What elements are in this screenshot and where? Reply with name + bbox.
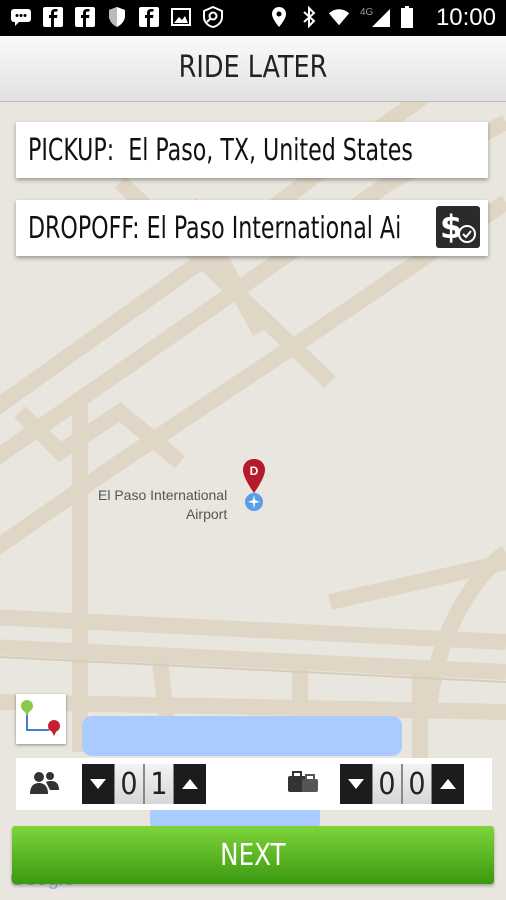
- location-icon: [268, 6, 290, 28]
- svg-text:$: $: [440, 208, 462, 246]
- chevron-up-icon: [440, 779, 456, 789]
- status-time: 10:00: [435, 4, 496, 31]
- people-icon: [28, 770, 60, 801]
- passenger-increment-button[interactable]: [174, 764, 206, 804]
- chevron-up-icon: [182, 779, 198, 789]
- pickup-field[interactable]: PICKUP: El Paso, TX, United States: [16, 122, 488, 178]
- luggage-digit: 0: [402, 764, 432, 804]
- route-icon: [21, 700, 60, 736]
- page-title: RIDE LATER: [178, 50, 328, 85]
- luggage-icon: [284, 770, 320, 801]
- chevron-down-icon: [90, 779, 106, 789]
- signal-icon: 4G: [358, 6, 392, 28]
- passenger-decrement-button[interactable]: [82, 764, 114, 804]
- svg-text:D: D: [250, 464, 259, 478]
- search-icon: [202, 6, 224, 28]
- fare-estimate-icon: $: [440, 208, 476, 246]
- route-toggle-button[interactable]: [16, 694, 66, 744]
- status-bar: 4G 10:00: [0, 0, 506, 36]
- passenger-digit: 1: [144, 764, 174, 804]
- wifi-icon: [328, 6, 350, 28]
- fare-estimate-button[interactable]: $: [436, 206, 480, 248]
- luggage-increment-button[interactable]: [432, 764, 464, 804]
- facebook-icon: [74, 6, 96, 28]
- map-place-label: El Paso International Airport: [98, 487, 228, 522]
- chat-icon: [10, 6, 32, 28]
- pickup-label: PICKUP:: [28, 132, 115, 168]
- luggage-decrement-button[interactable]: [340, 764, 372, 804]
- dropoff-label: DROPOFF:: [28, 210, 140, 246]
- dropoff-value: El Paso International Ai: [146, 210, 402, 246]
- luggage-digit: 0: [372, 764, 402, 804]
- bluetooth-icon: [298, 6, 320, 28]
- facebook-icon: [42, 6, 64, 28]
- battery-icon: [400, 6, 414, 28]
- passenger-stepper: 0 1: [82, 764, 206, 804]
- passenger-luggage-bar: 0 1 0 0: [16, 758, 492, 810]
- shield-icon: [106, 6, 128, 28]
- passenger-digit: 0: [114, 764, 144, 804]
- chevron-down-icon: [348, 779, 364, 789]
- facebook-icon: [138, 6, 160, 28]
- dropoff-field[interactable]: DROPOFF: El Paso International Ai $: [16, 200, 488, 256]
- title-bar: RIDE LATER: [0, 36, 506, 102]
- next-button-label: NEXT: [220, 837, 286, 873]
- luggage-stepper: 0 0: [340, 764, 464, 804]
- next-button[interactable]: NEXT: [12, 826, 494, 884]
- svg-text:4G: 4G: [360, 7, 374, 18]
- pickup-value: El Paso, TX, United States: [128, 132, 413, 168]
- image-icon: [170, 6, 192, 28]
